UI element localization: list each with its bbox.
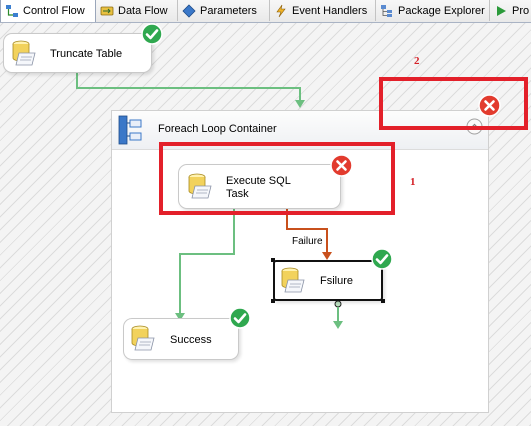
- annotation-number-1: 1: [410, 176, 416, 188]
- success-check-icon: [229, 307, 251, 329]
- annotation-box-2: [379, 77, 528, 130]
- error-icon: [478, 94, 501, 117]
- success-task[interactable]: Success: [123, 318, 239, 360]
- success-check-icon: [371, 248, 393, 270]
- error-icon: [330, 154, 353, 177]
- annotation-number-2: 2: [414, 55, 420, 67]
- task-label: Success: [170, 334, 212, 346]
- sql-task-icon: [131, 325, 155, 351]
- annotation-box-1: [159, 142, 395, 215]
